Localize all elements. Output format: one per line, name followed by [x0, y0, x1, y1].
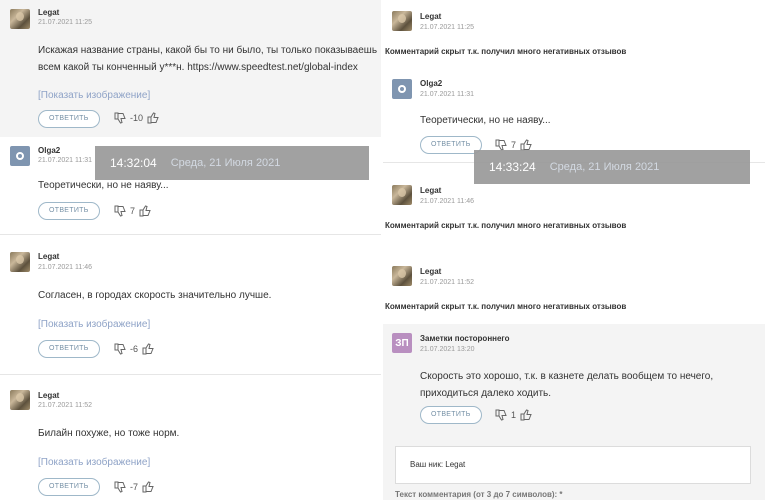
vote-score: -6 [130, 344, 139, 354]
avatar [10, 146, 30, 166]
avatar [10, 390, 30, 410]
thumb-up-icon[interactable] [520, 409, 532, 421]
comment-author: Olga2 [420, 79, 443, 88]
avatar [392, 185, 412, 205]
vote-score: 1 [511, 410, 517, 420]
comment-author: Legat [420, 12, 442, 21]
comment: ЗП Заметки постороннего 21.07.2021 13:20… [383, 324, 765, 500]
reply-button[interactable]: ОТВЕТИТЬ [420, 406, 482, 424]
comment-text: Скорость это хорошо, т.к. в казнете дела… [420, 371, 714, 399]
comment: Legat 21.07.2021 11:46 Согласен, в город… [0, 248, 381, 368]
comment: Legat 21.07.2021 11:46 Комментарий скрыт… [383, 176, 765, 240]
user-circle-icon [16, 152, 24, 160]
show-image-link[interactable]: [Показать изображение] [38, 319, 150, 330]
comment-text: Теоретически, но не наяву... [420, 115, 551, 126]
show-image-link[interactable]: [Показать изображение] [38, 457, 150, 468]
avatar [10, 9, 30, 29]
overlay-date: Среда, 21 Июля 2021 [170, 157, 281, 169]
vote-score: -7 [130, 482, 139, 492]
comment: Legat 21.07.2021 11:25 Комментарий скрыт… [383, 0, 765, 66]
comment-date: 21.07.2021 11:25 [38, 19, 92, 26]
vote-controls: 1 [495, 409, 532, 421]
avatar [392, 79, 412, 99]
comment-date: 21.07.2021 13:20 [420, 346, 475, 353]
thumb-up-icon[interactable] [139, 205, 151, 217]
reply-button[interactable]: ОТВЕТИТЬ [38, 110, 100, 128]
comment-author: Olga2 [38, 146, 61, 155]
comment-text-label: Текст комментария (от 3 до 7 символов): … [395, 490, 563, 499]
overlay-time: 14:33:24 [489, 160, 536, 174]
reply-button[interactable]: ОТВЕТИТЬ [38, 202, 100, 220]
thumb-up-icon[interactable] [142, 481, 154, 493]
comment: Legat 21.07.2021 11:52 Билайн похуже, но… [0, 386, 381, 500]
comment-author: Legat [38, 8, 60, 17]
avatar: ЗП [392, 333, 412, 353]
user-circle-icon [398, 85, 406, 93]
hidden-comment-notice: Комментарий скрыт т.к. получил много нег… [385, 221, 627, 230]
overlay-date: Среда, 21 Июля 2021 [549, 161, 660, 173]
avatar [392, 11, 412, 31]
avatar [10, 252, 30, 272]
divider [0, 234, 381, 235]
left-screenshot-panel: Legat 21.07.2021 11:25 Искажая название … [0, 0, 381, 500]
comment-author: Legat [38, 391, 60, 400]
thumb-down-icon[interactable] [495, 409, 507, 421]
nickname-label: Ваш ник: Legat [410, 460, 466, 469]
right-screenshot-panel: Legat 21.07.2021 11:25 Комментарий скрыт… [383, 0, 765, 500]
thumb-up-icon[interactable] [147, 112, 159, 124]
avatar [392, 266, 412, 286]
comment-text: Искажая название страны, какой бы то ни … [38, 45, 378, 73]
timestamp-overlay: 14:33:24 Среда, 21 Июля 2021 [474, 150, 750, 184]
comment-date: 21.07.2021 11:46 [38, 264, 92, 271]
reply-button[interactable]: ОТВЕТИТЬ [38, 340, 100, 358]
comment-date: 21.07.2021 11:52 [38, 402, 92, 409]
overlay-time: 14:32:04 [110, 156, 157, 170]
thumb-up-icon[interactable] [142, 343, 154, 355]
comment: Legat 21.07.2021 11:25 Искажая название … [0, 0, 381, 137]
comment-date: 21.07.2021 11:52 [420, 279, 474, 286]
vote-score: 7 [130, 206, 136, 216]
comment: Legat 21.07.2021 11:52 Комментарий скрыт… [383, 257, 765, 321]
vote-controls: 7 [114, 205, 151, 217]
divider [0, 374, 381, 375]
comment-author: Legat [38, 252, 60, 261]
comment-text: Согласен, в городах скорость значительно… [38, 290, 272, 301]
nickname-box: Ваш ник: Legat [395, 446, 751, 484]
comment-text: Билайн похуже, но тоже норм. [38, 428, 180, 439]
thumb-down-icon[interactable] [114, 205, 126, 217]
hidden-comment-notice: Комментарий скрыт т.к. получил много нег… [385, 47, 627, 56]
show-image-link[interactable]: [Показать изображение] [38, 90, 150, 101]
reply-button[interactable]: ОТВЕТИТЬ [38, 478, 100, 496]
vote-score: 7 [511, 140, 517, 150]
thumb-down-icon[interactable] [114, 481, 126, 493]
comment-author: Legat [420, 267, 442, 276]
comment: Olga2 21.07.2021 11:31 Теоретически, но … [383, 70, 765, 162]
comment-author: Legat [420, 186, 442, 195]
comment-date: 21.07.2021 11:31 [38, 157, 92, 164]
thumb-down-icon[interactable] [114, 343, 126, 355]
vote-controls: -6 [114, 343, 154, 355]
vote-controls: -7 [114, 481, 154, 493]
comment-date: 21.07.2021 11:31 [420, 91, 474, 98]
thumb-down-icon[interactable] [114, 112, 126, 124]
comment-author: Заметки постороннего [420, 334, 510, 343]
hidden-comment-notice: Комментарий скрыт т.к. получил много нег… [385, 302, 627, 311]
vote-score: -10 [130, 113, 144, 123]
comment-date: 21.07.2021 11:25 [420, 24, 474, 31]
timestamp-overlay: 14:32:04 Среда, 21 Июля 2021 [95, 146, 369, 180]
vote-controls: -10 [114, 112, 159, 124]
reply-button[interactable]: ОТВЕТИТЬ [420, 136, 482, 154]
comment-date: 21.07.2021 11:46 [420, 198, 474, 205]
